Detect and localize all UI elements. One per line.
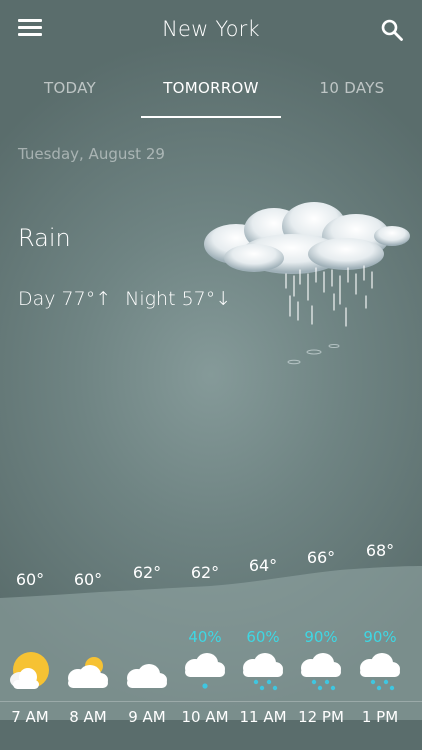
- rain-icon: [301, 653, 341, 691]
- precip-chance: 60%: [246, 628, 280, 646]
- hourly-temp: 62°: [190, 563, 220, 582]
- tab-tomorrow[interactable]: TOMORROW: [141, 68, 281, 116]
- cloudy-icon: [127, 664, 167, 688]
- hour-label: 9 AM: [128, 708, 166, 726]
- rain-icon: [360, 653, 400, 691]
- precip-chance: 90%: [363, 628, 397, 646]
- day-temperature: Day 77°↑: [18, 288, 112, 310]
- top-app-bar: New York: [0, 0, 422, 60]
- hourly-temp: 64°: [248, 556, 278, 575]
- tab-10-days[interactable]: 10 DAYS: [282, 68, 422, 116]
- hourly-temp: 62°: [132, 563, 162, 582]
- precipitation-row: 40% 60% 90% 90%: [0, 628, 422, 650]
- hourly-temp: 66°: [306, 548, 336, 567]
- divider: [0, 701, 422, 702]
- hour-label: 10 AM: [181, 708, 229, 726]
- partly-cloudy-icon: [68, 657, 108, 688]
- search-icon[interactable]: [380, 18, 404, 42]
- hour-label: 7 AM: [11, 708, 49, 726]
- hour-label: 8 AM: [69, 708, 107, 726]
- hour-label: 12 PM: [298, 708, 344, 726]
- hour-label: 1 PM: [361, 708, 399, 726]
- hourly-temp: 60°: [73, 570, 103, 589]
- hourly-icons: [0, 648, 422, 696]
- forecast-date: Tuesday, August 29: [18, 145, 165, 163]
- precip-chance: 40%: [188, 628, 222, 646]
- precip-chance: 90%: [304, 628, 338, 646]
- hour-label: 11 AM: [239, 708, 287, 726]
- hourly-temperatures: 60° 60° 62° 62° 64° 66° 68°: [0, 540, 422, 600]
- hourly-temp: 68°: [365, 541, 395, 560]
- rain-cloud-icon: [204, 202, 410, 365]
- active-tab-indicator: [141, 116, 281, 118]
- forecast-tabs: TODAY TOMORROW 10 DAYS: [0, 68, 422, 118]
- light-rain-icon: [185, 653, 225, 689]
- location-title[interactable]: New York: [0, 17, 422, 41]
- hourly-temp: 60°: [15, 570, 45, 589]
- weather-condition: Rain: [18, 224, 71, 252]
- sunny-cloud-icon: [10, 652, 49, 689]
- hourly-times[interactable]: 7 AM 8 AM 9 AM 10 AM 11 AM 12 PM 1 PM: [0, 708, 422, 732]
- rain-icon: [243, 653, 283, 691]
- tab-today[interactable]: TODAY: [0, 68, 140, 116]
